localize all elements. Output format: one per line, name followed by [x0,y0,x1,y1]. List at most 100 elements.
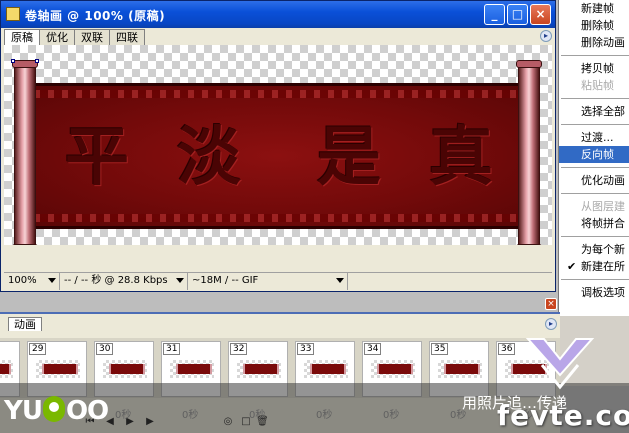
image-canvas[interactable]: 平 淡 是 真 [4,45,552,245]
frame-thumbnail [438,360,482,378]
tab-original[interactable]: 原稿 [4,29,40,45]
menu-item[interactable]: 优化动画 [559,172,629,189]
size-value: ~18M / -- GIF [192,275,259,286]
screenshot-root: 卷轴画 @ 100% (原稿) _ □ × 原稿 优化 双联 四联 ▸ 平 淡 … [0,0,629,433]
frame-number: 36 [498,343,516,355]
panel-context-menu: 新建帧删除帧删除动画拷贝帧粘贴帧选择全部过渡... 反向帧优化动画从图层建将帧拼合… [558,0,629,316]
menu-item: 从图层建 [559,198,629,215]
menu-item-label: 从图层建 [581,200,625,213]
title-bar[interactable]: 卷轴画 @ 100% (原稿) _ □ × [1,1,555,28]
banner-char: 平 [65,120,129,195]
menu-item[interactable]: 调板选项 [559,284,629,301]
zoom-value: 100% [8,275,37,286]
menu-item-label: 将帧拼合 [581,217,625,230]
menu-item-label: 过渡... [581,131,614,144]
fevte-badge-icon [525,338,595,390]
menu-item-label: 删除帧 [581,19,614,32]
yupoo-p-icon [42,396,65,422]
document-window: 卷轴画 @ 100% (原稿) _ □ × 原稿 优化 双联 四联 ▸ 平 淡 … [0,0,556,292]
frame-thumbnail [36,360,80,378]
tab-animation[interactable]: 动画 [8,317,42,331]
close-button[interactable]: × [530,4,551,25]
roller-cap [12,244,38,245]
download-speed[interactable]: -- / -- 秒 @ 28.8 Kbps [60,273,188,290]
minimize-button[interactable]: _ [484,4,505,25]
menu-item-label: 调板选项 [581,286,625,299]
roller-cap [516,244,542,245]
fevte-watermark: fevte.com [497,399,629,432]
dropdown-arrow-icon[interactable] [176,278,184,283]
frame-number: 29 [29,343,47,355]
frame-thumbnail [304,360,348,378]
menu-item-label: 删除动画 [581,36,625,49]
frame-number: 34 [364,343,382,355]
menu-separator [561,98,629,99]
view-tabs: 原稿 优化 双联 四联 [4,29,145,45]
checkmark-icon: ✔ [567,260,577,273]
frame-number: 30 [96,343,114,355]
status-bar: 100% -- / -- 秒 @ 28.8 Kbps ~18M / -- GIF [4,272,552,290]
tab-scroll-arrow-icon[interactable]: ▸ [540,30,552,42]
frame-number: 31 [163,343,181,355]
menu-item[interactable]: 拷贝帧 [559,60,629,77]
menu-separator [561,55,629,56]
tab-4up[interactable]: 四联 [109,29,145,45]
menu-separator [561,236,629,237]
menu-item[interactable]: 反向帧 [559,146,629,163]
panel-close-icon[interactable]: × [545,298,557,310]
yupoo-logo-left: YU [4,396,43,426]
panel-menu-icon[interactable]: ▸ [545,318,557,330]
zoom-level[interactable]: 100% [4,273,60,290]
menu-item-label: 新建帧 [581,2,614,15]
menu-item[interactable]: 过渡... [559,129,629,146]
menu-item-label: 粘贴帧 [581,79,614,92]
banner-char: 真 [429,120,493,195]
menu-item[interactable]: 新建帧 [559,0,629,17]
menu-item[interactable]: 删除帧 [559,17,629,34]
menu-item[interactable]: ✔ 新建在所 [559,258,629,275]
menu-item-label: 新建在所 [581,260,625,273]
frame-thumbnail [237,360,281,378]
menu-separator [561,193,629,194]
banner-char: 是 [317,120,381,195]
scroll-roller-left [12,60,38,245]
menu-separator [561,124,629,125]
menu-item[interactable]: 将帧拼合 [559,215,629,232]
scroll-roller-right [516,60,542,245]
menu-item-label: 选择全部 [581,105,625,118]
frame-number: 32 [230,343,248,355]
menu-item-label: 为每个新 [581,243,625,256]
banner-char: 淡 [177,120,241,195]
scroll-banner-image: 平 淡 是 真 [34,83,522,229]
menu-item-label: 反向帧 [581,148,614,161]
frame-thumbnail [371,360,415,378]
maximize-button[interactable]: □ [507,4,528,25]
menu-item[interactable]: 为每个新 [559,241,629,258]
frame-thumbnail [170,360,214,378]
menu-item: 粘贴帧 [559,77,629,94]
menu-separator [561,167,629,168]
menu-item-label: 优化动画 [581,174,625,187]
tab-2up[interactable]: 双联 [74,29,110,45]
yupoo-logo: YU OO [4,396,109,426]
window-title: 卷轴画 @ 100% (原稿) [25,9,166,23]
status-spacer [348,273,552,290]
file-size: ~18M / -- GIF [188,273,348,290]
menu-item-label: 拷贝帧 [581,62,614,75]
menu-item[interactable]: 选择全部 [559,103,629,120]
speed-value: -- / -- 秒 @ 28.8 Kbps [64,275,168,286]
frame-number: 33 [297,343,315,355]
dropdown-arrow-icon[interactable] [48,278,56,283]
menu-separator [561,279,629,280]
selection-handle[interactable] [35,59,39,63]
tab-optimized[interactable]: 优化 [39,29,75,45]
frame-thumbnail [0,360,13,378]
menu-item[interactable]: 删除动画 [559,34,629,51]
document-icon [6,7,20,21]
frame-thumbnail [103,360,147,378]
selection-handle[interactable] [11,59,15,63]
yupoo-logo-right: OO [65,396,109,426]
frame-number: 35 [431,343,449,355]
dropdown-arrow-icon[interactable] [336,278,344,283]
roller-cap [516,60,542,68]
